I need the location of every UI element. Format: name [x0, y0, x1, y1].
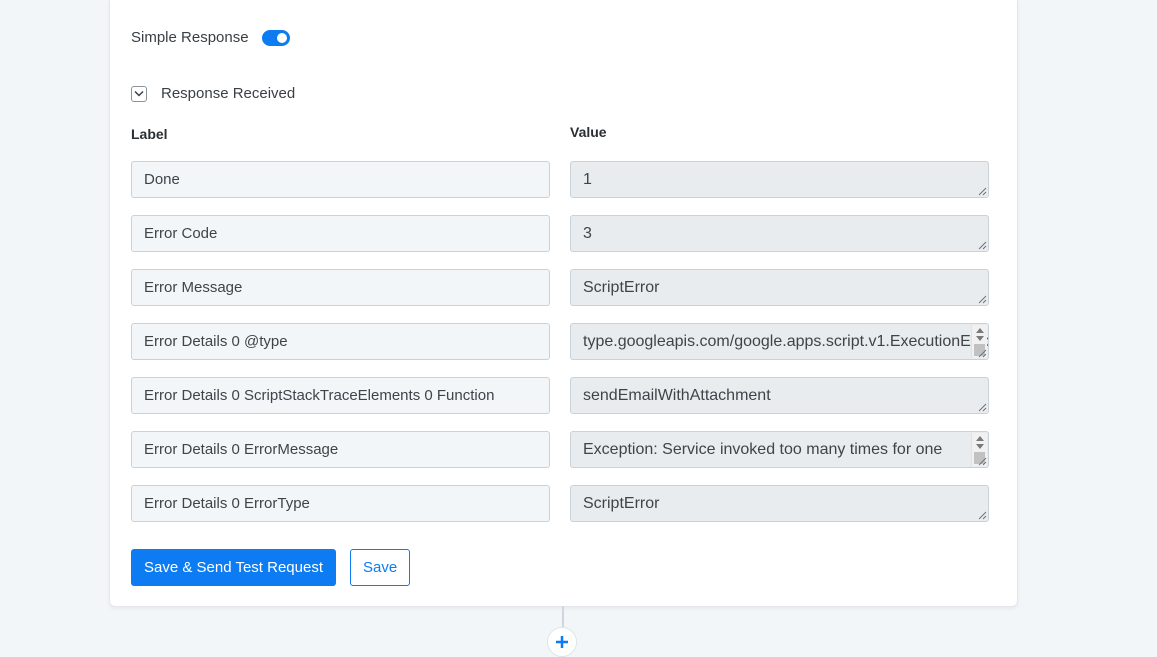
value-column-header: Value — [570, 124, 607, 140]
field-value-textarea[interactable]: Exception: Service invoked too many time… — [570, 431, 989, 468]
field-label-input[interactable]: Error Details 0 ScriptStackTraceElements… — [131, 377, 550, 414]
field-value-text: ScriptError — [583, 495, 660, 512]
field-value-textarea[interactable]: sendEmailWithAttachment — [570, 377, 989, 414]
field-row: Error Details 0 ErrorType ScriptError — [131, 485, 989, 522]
save-button[interactable]: Save — [350, 549, 411, 586]
label-column-header: Label — [131, 126, 168, 142]
field-row: Error Details 0 ErrorMessage Exception: … — [131, 431, 989, 468]
field-row: Error Message ScriptError — [131, 269, 989, 306]
response-received-label: Response Received — [161, 85, 296, 102]
field-label-input[interactable]: Error Details 0 @type — [131, 323, 550, 360]
field-value-text: 1 — [583, 171, 592, 188]
response-fields: Done 1 Error Code 3 Error Message Script… — [131, 161, 989, 539]
field-value-text: ScriptError — [583, 279, 660, 296]
field-value-textarea[interactable]: 3 — [570, 215, 989, 252]
toggle-knob-icon — [276, 32, 287, 43]
chevron-down-icon[interactable] — [131, 85, 147, 102]
response-card: Simple Response Response Received Label … — [109, 0, 1018, 607]
field-value-text: 3 — [583, 225, 592, 242]
field-value-textarea[interactable]: type.googleapis.com/google.apps.script.v… — [570, 323, 989, 360]
scroll-up-icon[interactable] — [976, 436, 984, 441]
scroll-down-icon[interactable] — [976, 444, 984, 449]
resize-handle-icon[interactable] — [978, 403, 987, 412]
add-step-button[interactable] — [547, 627, 577, 657]
simple-response-toggle[interactable] — [261, 29, 290, 46]
action-buttons: Save & Send Test Request Save — [131, 549, 411, 586]
field-row: Error Code 3 — [131, 215, 989, 252]
plus-icon — [556, 636, 568, 648]
field-label-input[interactable]: Done — [131, 161, 550, 198]
field-label-input[interactable]: Error Details 0 ErrorMessage — [131, 431, 550, 468]
field-label-input[interactable]: Error Message — [131, 269, 550, 306]
scroll-down-icon[interactable] — [976, 336, 984, 341]
field-label-input[interactable]: Error Code — [131, 215, 550, 252]
response-received-row: Response Received — [131, 85, 295, 102]
resize-handle-icon[interactable] — [978, 187, 987, 196]
resize-handle-icon[interactable] — [978, 241, 987, 250]
simple-response-label: Simple Response — [131, 29, 249, 46]
field-row: Error Details 0 ScriptStackTraceElements… — [131, 377, 989, 414]
resize-handle-icon[interactable] — [978, 349, 987, 358]
save-and-send-test-button[interactable]: Save & Send Test Request — [131, 549, 337, 586]
field-value-textarea[interactable]: ScriptError — [570, 485, 989, 522]
field-value-textarea[interactable]: ScriptError — [570, 269, 989, 306]
scroll-up-icon[interactable] — [976, 328, 984, 333]
resize-handle-icon[interactable] — [978, 511, 987, 520]
field-value-textarea[interactable]: 1 — [570, 161, 989, 198]
field-value-text: Exception: Service invoked too many time… — [583, 441, 943, 458]
field-row: Error Details 0 @type type.googleapis.co… — [131, 323, 989, 360]
field-value-text: sendEmailWithAttachment — [583, 387, 771, 404]
field-row: Done 1 — [131, 161, 989, 198]
simple-response-row: Simple Response — [131, 29, 290, 46]
resize-handle-icon[interactable] — [978, 295, 987, 304]
field-value-text: type.googleapis.com/google.apps.script.v… — [583, 333, 989, 350]
resize-handle-icon[interactable] — [978, 457, 987, 466]
field-label-input[interactable]: Error Details 0 ErrorType — [131, 485, 550, 522]
